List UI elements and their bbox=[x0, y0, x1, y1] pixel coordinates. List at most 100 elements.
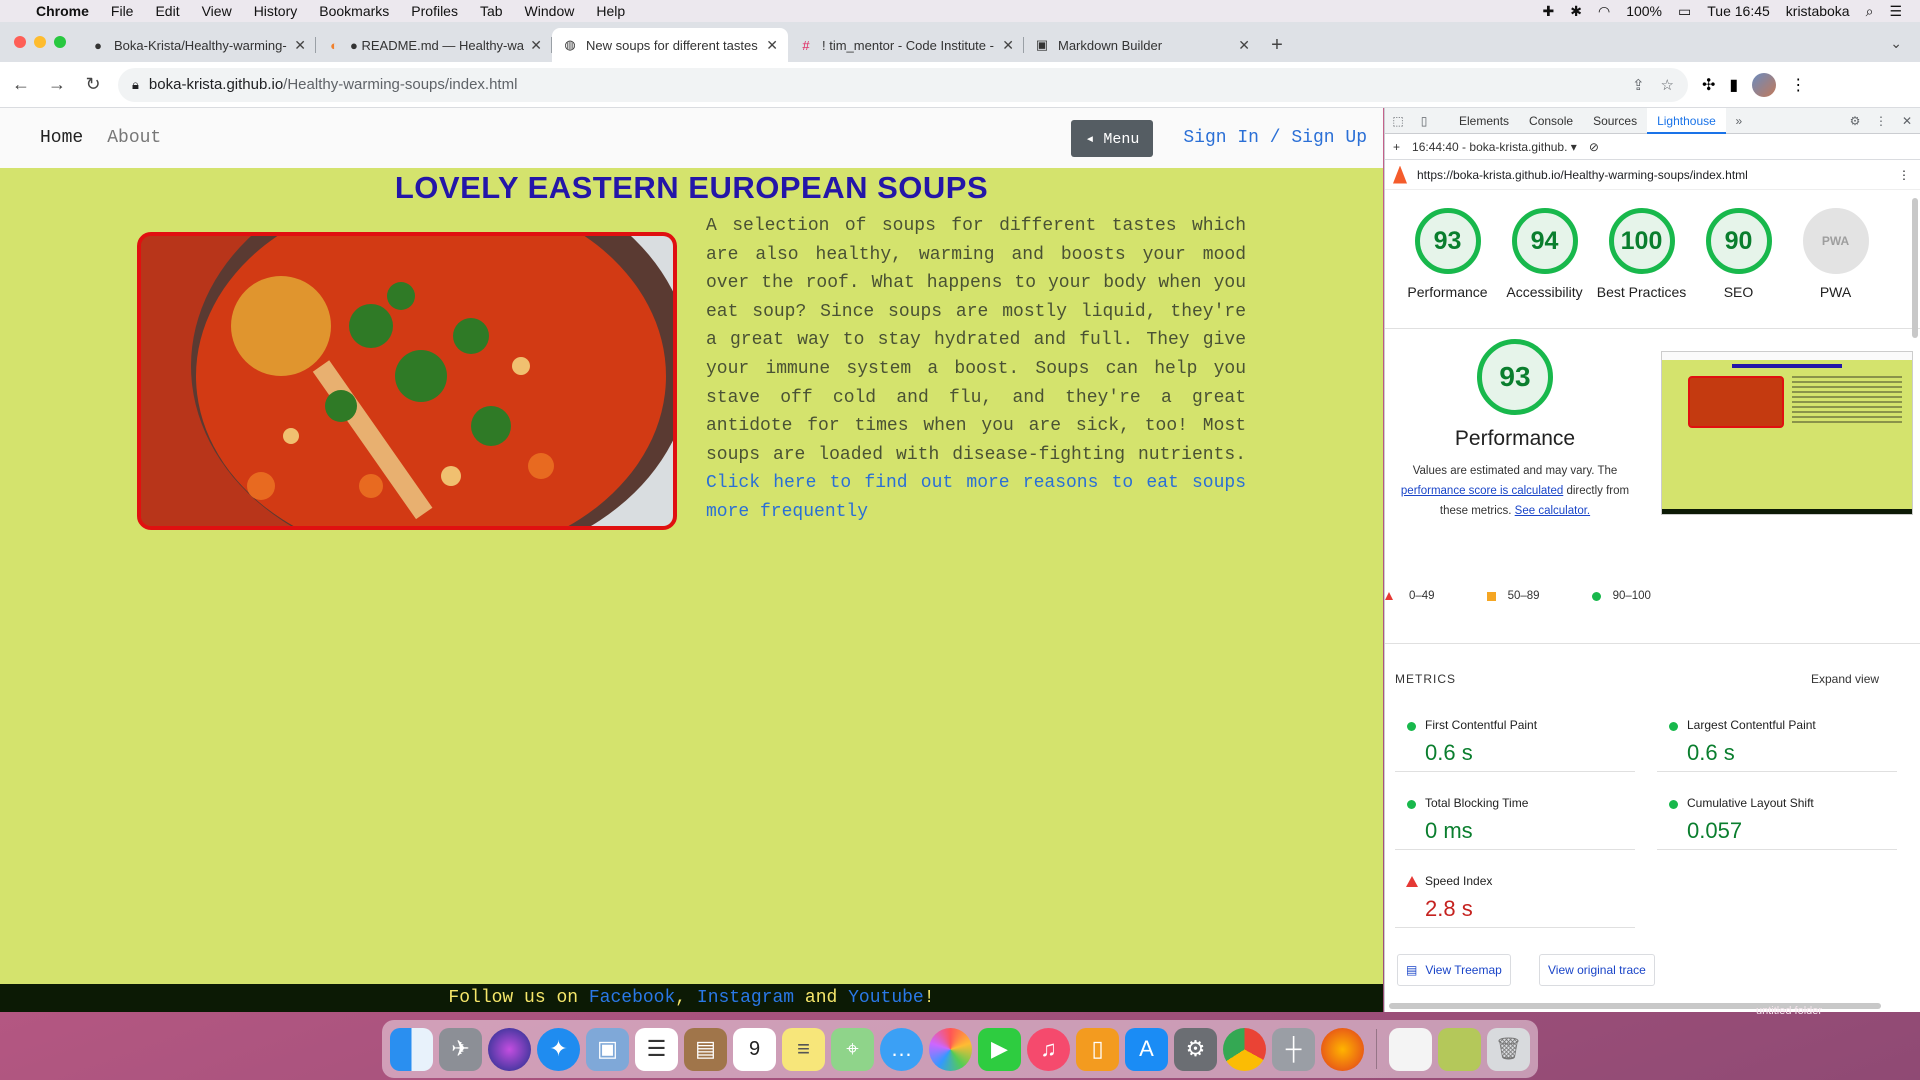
trash-icon[interactable]: 🗑︎ bbox=[1487, 1027, 1530, 1071]
user-name[interactable]: kristaboka bbox=[1786, 3, 1850, 19]
vertical-scrollbar[interactable] bbox=[1912, 198, 1918, 338]
menu-edit[interactable]: Edit bbox=[155, 3, 179, 19]
siri-icon[interactable] bbox=[488, 1027, 531, 1071]
launchpad-icon[interactable]: ✈ bbox=[439, 1027, 482, 1071]
books-icon[interactable]: ▯ bbox=[1076, 1027, 1119, 1071]
devtools-menu-icon[interactable]: ⋮ bbox=[1868, 114, 1894, 128]
side-panel-icon[interactable]: ▮ bbox=[1729, 75, 1738, 95]
close-tab-icon[interactable]: ✕ bbox=[1002, 37, 1014, 54]
sign-in-link[interactable]: Sign In / Sign Up bbox=[1183, 128, 1367, 148]
new-tab-button[interactable]: + bbox=[1260, 28, 1294, 62]
score-calculated-link[interactable]: performance score is calculated bbox=[1401, 485, 1563, 497]
control-center-icon[interactable]: ☰ bbox=[1889, 3, 1902, 20]
desktop-folder-label[interactable]: untitled folder bbox=[1756, 1005, 1822, 1017]
chrome-icon[interactable] bbox=[1223, 1027, 1266, 1071]
more-tabs-icon[interactable]: » bbox=[1726, 114, 1752, 128]
wifi-icon[interactable]: ◠ bbox=[1598, 3, 1610, 20]
reminders-icon[interactable]: ☰ bbox=[635, 1027, 678, 1071]
maps-icon[interactable]: ⌖ bbox=[831, 1027, 874, 1071]
address-bar[interactable]: 🔒︎ boka-krista.github.io/Healthy-warming… bbox=[118, 67, 1688, 102]
expand-view-toggle[interactable]: Expand view bbox=[1811, 672, 1879, 686]
tab-elements[interactable]: Elements bbox=[1449, 108, 1519, 134]
preview-icon[interactable]: ▣ bbox=[586, 1027, 629, 1071]
instagram-link[interactable]: Instagram bbox=[697, 988, 794, 1008]
clock[interactable]: Tue 16:45 bbox=[1707, 3, 1770, 19]
tab-readme[interactable]: ◐ ● README.md — Healthy-war ✕ bbox=[316, 28, 552, 62]
facebook-link[interactable]: Facebook bbox=[589, 988, 675, 1008]
extensions-icon[interactable]: ✣ bbox=[1702, 75, 1715, 95]
report-selector[interactable]: 16:44:40 - boka-krista.github. ▾ bbox=[1412, 140, 1577, 154]
tab-lighthouse[interactable]: Lighthouse bbox=[1647, 108, 1726, 134]
notebook-icon[interactable]: ▤ bbox=[684, 1027, 727, 1071]
report-url[interactable]: https://boka-krista.github.io/Healthy-wa… bbox=[1417, 168, 1748, 182]
photos-icon[interactable] bbox=[929, 1027, 972, 1071]
downloads-stack-icon[interactable] bbox=[1389, 1027, 1432, 1071]
gauge-best-practices[interactable]: 100 Best Practices bbox=[1593, 208, 1690, 300]
menu-help[interactable]: Help bbox=[596, 3, 625, 19]
view-trace-button[interactable]: View original trace bbox=[1539, 954, 1655, 986]
tab-search-icon[interactable]: ⌄ bbox=[1890, 35, 1902, 52]
close-tab-icon[interactable]: ✕ bbox=[766, 37, 778, 54]
firefox-icon[interactable] bbox=[1321, 1027, 1364, 1071]
messages-icon[interactable]: … bbox=[880, 1027, 923, 1071]
nav-about-link[interactable]: About bbox=[107, 128, 161, 148]
back-button[interactable]: ← bbox=[6, 70, 36, 100]
menu-view[interactable]: View bbox=[202, 3, 232, 19]
battery-percent[interactable]: 100% bbox=[1626, 3, 1662, 19]
youtube-link[interactable]: Youtube bbox=[848, 988, 924, 1008]
utility-icon[interactable]: ┼ bbox=[1272, 1027, 1315, 1071]
menu-app-name[interactable]: Chrome bbox=[36, 3, 89, 19]
gauge-accessibility[interactable]: 94 Accessibility bbox=[1496, 208, 1593, 300]
report-menu-icon[interactable]: ⋮ bbox=[1898, 168, 1910, 182]
finder-icon[interactable] bbox=[390, 1027, 433, 1071]
settings-gear-icon[interactable]: ⚙ bbox=[1842, 114, 1868, 128]
gauge-pwa[interactable]: PWA PWA bbox=[1787, 208, 1884, 300]
minimize-window-button[interactable] bbox=[34, 36, 46, 48]
gauge-performance[interactable]: 93 Performance bbox=[1399, 208, 1496, 300]
forward-button[interactable]: → bbox=[42, 70, 72, 100]
profile-avatar[interactable] bbox=[1752, 72, 1777, 97]
zoom-window-button[interactable] bbox=[54, 36, 66, 48]
safari-icon[interactable]: ✦ bbox=[537, 1027, 580, 1071]
bookmark-star-icon[interactable]: ☆ bbox=[1661, 76, 1674, 94]
app-store-icon[interactable]: A bbox=[1125, 1027, 1168, 1071]
facetime-icon[interactable]: ▶ bbox=[978, 1027, 1021, 1071]
menu-button[interactable]: ◂ Menu bbox=[1071, 119, 1154, 157]
menu-profiles[interactable]: Profiles bbox=[411, 3, 458, 19]
system-preferences-icon[interactable]: ⚙ bbox=[1174, 1027, 1217, 1071]
reload-button[interactable]: ↻ bbox=[78, 70, 108, 100]
close-window-button[interactable] bbox=[14, 36, 26, 48]
close-tab-icon[interactable]: ✕ bbox=[1238, 37, 1250, 54]
bluetooth-icon[interactable]: ✱ bbox=[1570, 3, 1582, 20]
tab-slack[interactable]: # ! tim_mentor - Code Institute - ✕ bbox=[788, 28, 1024, 62]
reasons-link[interactable]: Click here to find out more reasons to e… bbox=[706, 473, 1246, 522]
menu-history[interactable]: History bbox=[254, 3, 298, 19]
screenshot-stack-icon[interactable] bbox=[1438, 1027, 1481, 1071]
menu-bookmarks[interactable]: Bookmarks bbox=[319, 3, 389, 19]
menu-window[interactable]: Window bbox=[525, 3, 575, 19]
menu-tab[interactable]: Tab bbox=[480, 3, 503, 19]
close-devtools-icon[interactable]: ✕ bbox=[1894, 114, 1920, 128]
lock-icon[interactable]: 🔒︎ bbox=[132, 77, 139, 93]
tab-markdown[interactable]: ▣ Markdown Builder ✕ bbox=[1024, 28, 1260, 62]
view-treemap-button[interactable]: ▤ View Treemap bbox=[1397, 954, 1511, 986]
chrome-menu-icon[interactable]: ⋮ bbox=[1790, 75, 1806, 95]
notes-icon[interactable]: ≡ bbox=[782, 1027, 825, 1071]
page-screenshot-thumbnail[interactable] bbox=[1661, 351, 1913, 515]
close-tab-icon[interactable]: ✕ bbox=[294, 37, 306, 54]
device-toolbar-icon[interactable]: ▯ bbox=[1411, 114, 1437, 128]
new-report-icon[interactable]: + bbox=[1393, 140, 1400, 154]
inspect-element-icon[interactable]: ⬚ bbox=[1385, 114, 1411, 128]
tab-github[interactable]: ● Boka-Krista/Healthy-warming- ✕ bbox=[80, 28, 316, 62]
gauge-seo[interactable]: 90 SEO bbox=[1690, 208, 1787, 300]
vpn-icon[interactable]: ✚ bbox=[1543, 3, 1555, 20]
nav-home-link[interactable]: Home bbox=[40, 128, 83, 148]
calendar-icon[interactable]: 9 bbox=[733, 1027, 776, 1071]
battery-icon[interactable]: ▭ bbox=[1678, 3, 1691, 20]
tab-console[interactable]: Console bbox=[1519, 108, 1583, 134]
see-calculator-link[interactable]: See calculator. bbox=[1515, 505, 1590, 517]
tab-soups[interactable]: ◍ New soups for different tastes ✕ bbox=[552, 28, 788, 62]
clear-icon[interactable]: ⊘ bbox=[1589, 140, 1599, 154]
spotlight-icon[interactable]: ⌕ bbox=[1866, 3, 1874, 20]
share-icon[interactable]: ⇪ bbox=[1632, 76, 1645, 94]
